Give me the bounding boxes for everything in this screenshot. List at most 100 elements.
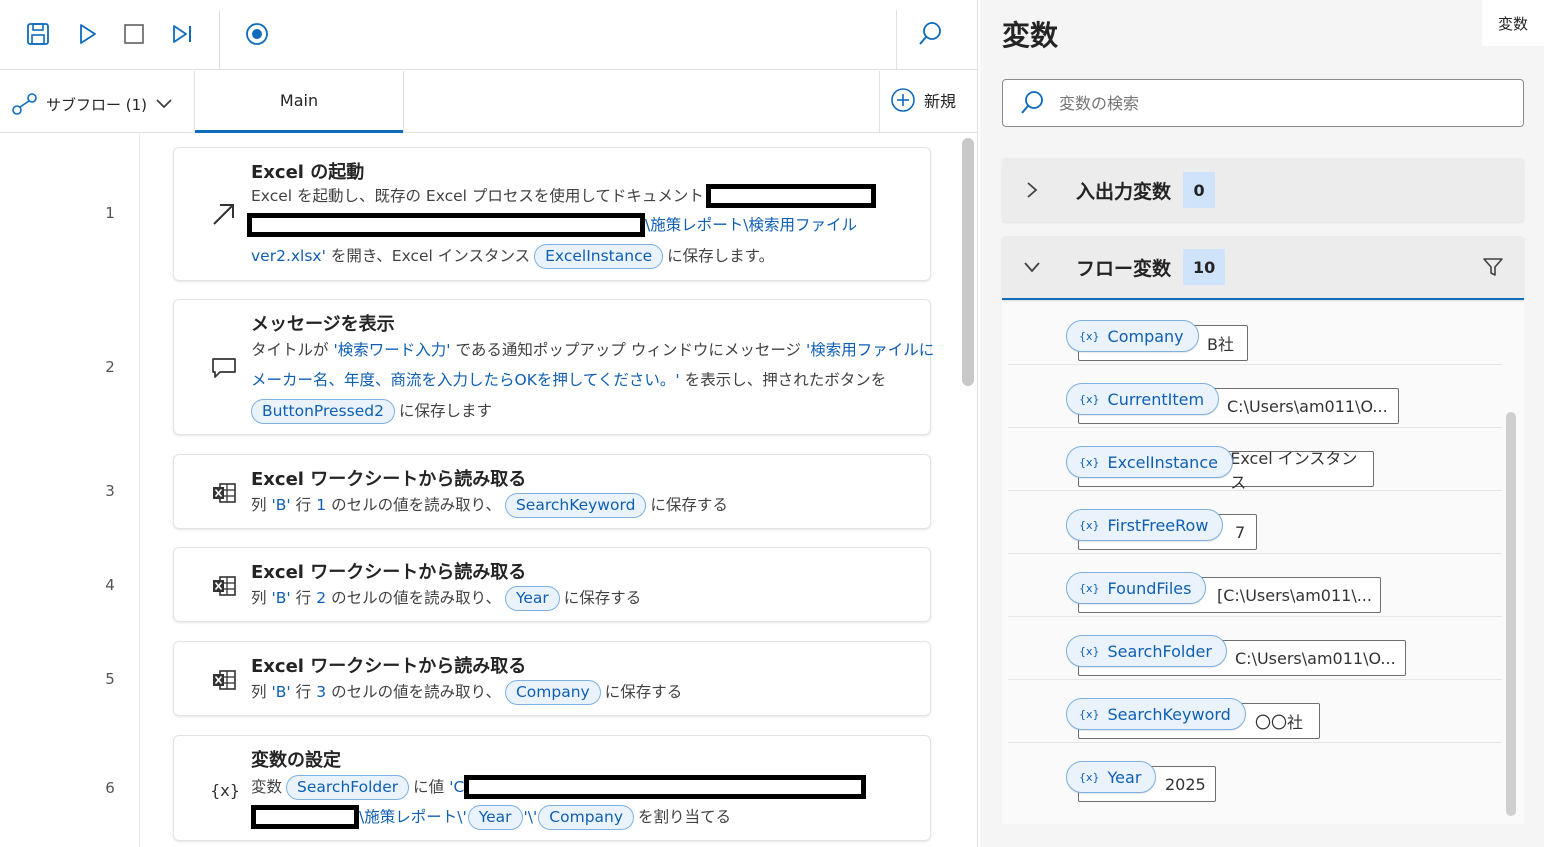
list-item[interactable]: C:\Users\am011\O... {x} CurrentItem <box>1008 365 1502 428</box>
variable-chip[interactable]: {x} Company <box>1066 320 1199 352</box>
action-text: 行 <box>295 496 312 514</box>
run-icon <box>80 24 96 44</box>
run-next-action-button[interactable] <box>166 18 198 50</box>
variable-chip[interactable]: {x} SearchFolder <box>1066 635 1227 667</box>
action-card-launch-excel[interactable]: Excel の起動 Excel を起動し、既存の Excel プロセスを使用して… <box>173 147 931 281</box>
action-card-read-worksheet[interactable]: Excel ワークシートから読み取る 列 'B' 行 1 のセルの値を読み取り、… <box>173 454 931 529</box>
excel-icon <box>210 479 238 507</box>
variable-value: 7 <box>1235 522 1246 542</box>
literal-text: 'B' <box>271 683 291 701</box>
subflows-dropdown[interactable]: サブフロー (1) <box>12 89 173 119</box>
subflows-label: サブフロー (1) <box>46 95 148 114</box>
list-item[interactable]: 〇〇社 {x} SearchKeyword <box>1008 680 1502 743</box>
variable-chip[interactable]: ButtonPressed2 <box>251 398 395 424</box>
action-text: に保存します <box>398 402 492 420</box>
variable-chip[interactable]: ExcelInstance <box>534 243 664 269</box>
io-variables-section-header[interactable]: 入出力変数 0 <box>1002 158 1524 222</box>
flow-variables-section-header[interactable]: フロー変数 10 <box>1002 236 1524 300</box>
chevron-right-icon <box>1002 180 1062 200</box>
list-item[interactable]: 2025 {x} Year <box>1008 743 1502 806</box>
redaction-box <box>464 775 867 799</box>
action-description-line: ver2.xlsx' を開き、Excel インスタンス ExcelInstanc… <box>251 243 774 269</box>
action-text: に保存する <box>604 683 683 701</box>
action-card-display-message[interactable]: メッセージを表示 タイトルが '検索ワード入力' である通知ポップアップ ウィン… <box>173 299 934 435</box>
variable-name: Year <box>1107 767 1142 787</box>
flow-variables-list: B社 {x} Company C:\Users\am011\O... {x} Cur… <box>1002 302 1524 824</box>
variable-chip[interactable]: {x} Year <box>1066 761 1157 793</box>
variable-chip[interactable]: {x} ExcelInstance <box>1066 446 1233 478</box>
record-button[interactable] <box>241 18 273 50</box>
section-title: フロー変数 <box>1076 257 1172 280</box>
variable-name: SearchFolder <box>1107 641 1212 661</box>
action-text: 行 <box>295 683 312 701</box>
variable-chip[interactable]: Company <box>504 679 601 705</box>
list-item[interactable]: 7 {x} FirstFreeRow <box>1008 491 1502 554</box>
variable-chip[interactable]: {x} SearchKeyword <box>1066 698 1246 730</box>
action-description-line: \施策レポート\' Year '\' Company を割り当てる <box>251 804 731 830</box>
variable-chip[interactable]: SearchFolder <box>286 774 410 800</box>
excel-icon <box>210 572 238 600</box>
variable-chip[interactable]: Year <box>504 585 560 611</box>
action-description-line: Excel を起動し、既存の Excel プロセスを使用してドキュメント <box>251 183 876 209</box>
action-card-read-worksheet[interactable]: Excel ワークシートから読み取る 列 'B' 行 2 のセルの値を読み取り、… <box>173 547 931 622</box>
tab-main[interactable]: Main <box>195 71 403 133</box>
variables-scrollbar[interactable] <box>1506 412 1516 816</box>
redaction-box <box>251 805 359 829</box>
tab-variables[interactable]: 変数 <box>1482 0 1544 46</box>
stop-button[interactable] <box>118 18 150 50</box>
tab-divider <box>403 71 404 133</box>
literal-text: '\' <box>523 808 538 826</box>
subflow-icon <box>12 93 37 115</box>
list-item[interactable]: Excel インスタンス {x} ExcelInstance <box>1008 428 1502 492</box>
action-text: を割り当てる <box>638 808 732 826</box>
variable-chip[interactable]: {x} FirstFreeRow <box>1066 509 1224 541</box>
toolbar-divider <box>896 10 897 70</box>
toolbar-divider <box>219 10 220 70</box>
launch-arrow-icon <box>210 200 238 228</box>
line-number: 6 <box>105 779 115 797</box>
section-title: 入出力変数 <box>1076 180 1172 203</box>
chevron-down-icon <box>1002 260 1062 274</box>
action-text: に値 <box>413 778 445 796</box>
action-card-set-variable[interactable]: {x} 変数の設定 変数 SearchFolder に値 'C \施策レポート\… <box>173 735 931 841</box>
variable-icon: {x} <box>1079 707 1100 721</box>
variable-value: 2025 <box>1165 774 1206 794</box>
list-item[interactable]: C:\Users\am011\O... {x} SearchFolder <box>1008 617 1502 680</box>
variable-value: C:\Users\am011\O... <box>1235 648 1396 668</box>
action-title: Excel の起動 <box>251 162 365 183</box>
action-text: のセルの値を読み取り、 <box>331 589 501 607</box>
variable-icon: {x} <box>1079 392 1100 406</box>
tab-main-label: Main <box>279 91 319 110</box>
variable-name: SearchKeyword <box>1107 704 1231 724</box>
variable-chip[interactable]: {x} FoundFiles <box>1066 572 1207 604</box>
search-actions-button[interactable] <box>914 18 946 50</box>
toolbar <box>0 0 978 70</box>
literal-text: 3 <box>316 683 327 701</box>
variable-chip[interactable]: {x} CurrentItem <box>1066 383 1220 415</box>
stop-icon <box>124 24 144 44</box>
variable-chip[interactable]: Year <box>467 804 523 830</box>
variable-search-input[interactable] <box>1059 93 1459 113</box>
list-item[interactable]: [C:\Users\am011\... {x} FoundFiles <box>1008 554 1502 617</box>
count-badge: 0 <box>1183 172 1216 208</box>
count-badge: 10 <box>1183 249 1226 285</box>
variable-chip[interactable]: Company <box>538 804 635 830</box>
action-title: Excel ワークシートから読み取る <box>251 562 527 583</box>
action-card-read-worksheet[interactable]: Excel ワークシートから読み取る 列 'B' 行 3 のセルの値を読み取り、… <box>173 641 931 716</box>
action-description-line: 列 'B' 行 2 のセルの値を読み取り、 Year に保存する <box>251 585 641 611</box>
save-button[interactable] <box>22 18 54 50</box>
new-subflow-button[interactable]: 新規 <box>890 87 956 113</box>
designer-scrollbar[interactable] <box>962 138 974 386</box>
action-title: 変数の設定 <box>251 750 341 771</box>
literal-text: 'C <box>449 778 465 796</box>
subflow-tab-bar: サブフロー (1) Main 新規 <box>0 71 978 133</box>
action-text: 行 <box>295 589 312 607</box>
variable-chip[interactable]: SearchKeyword <box>504 492 647 518</box>
run-button[interactable] <box>71 18 103 50</box>
save-icon <box>27 23 49 45</box>
list-item[interactable]: B社 {x} Company <box>1008 302 1502 365</box>
variable-search-field[interactable] <box>1002 79 1524 127</box>
variable-icon: {x} <box>1079 455 1100 469</box>
redaction-box <box>247 213 645 237</box>
filter-icon[interactable] <box>1482 256 1504 278</box>
